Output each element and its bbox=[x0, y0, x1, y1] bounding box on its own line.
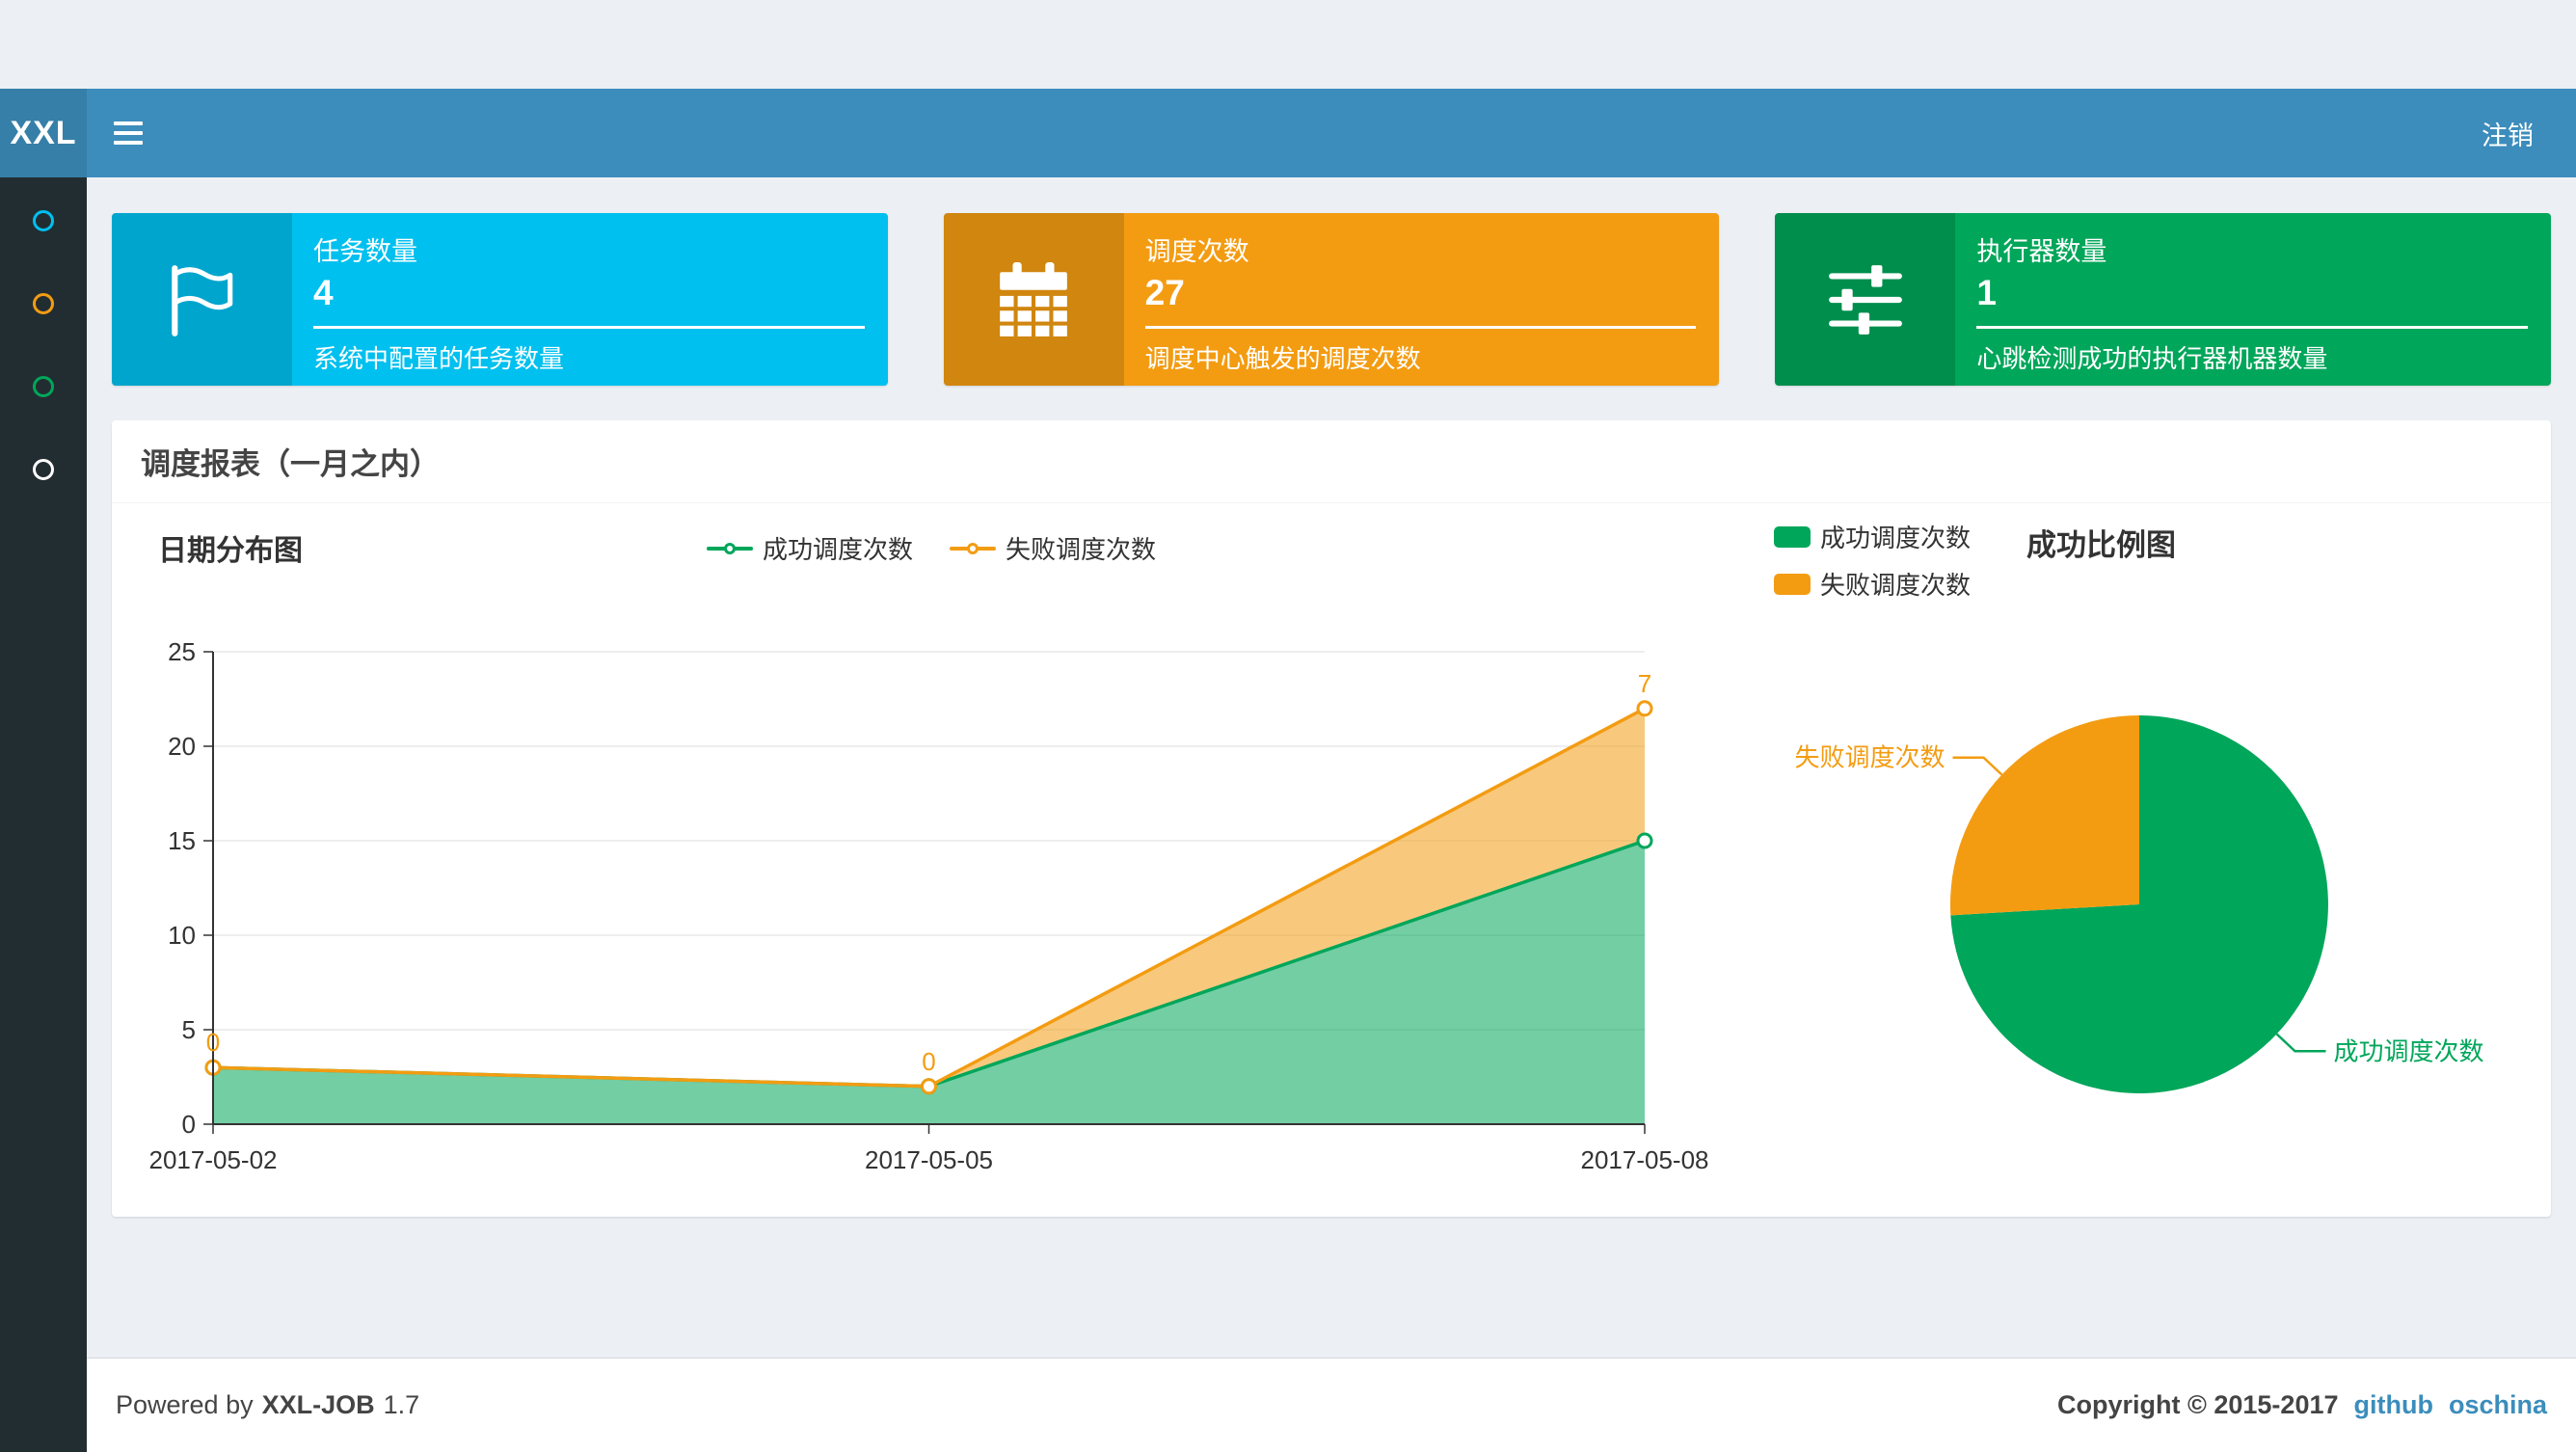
sidebar-menu-icon-4[interactable] bbox=[33, 459, 54, 480]
pie-label-line-1 bbox=[1952, 756, 2003, 776]
pie-label-0: 成功调度次数 bbox=[2334, 1036, 2484, 1065]
svg-text:0: 0 bbox=[922, 1047, 935, 1076]
pie-label-1: 失败调度次数 bbox=[1794, 743, 1945, 772]
success-ratio-chart: 成功调度次数 失败调度次数 成功比例图 成功调度次数 失败调度次数 bbox=[1741, 511, 2541, 1201]
line-legend-item-0[interactable]: 成功调度次数 bbox=[706, 530, 913, 566]
date-distribution-chart: 日期分布图 成功调度次数 失败调度次数 0 5 10 15 20 25 2017-05-02 2… bbox=[121, 511, 1741, 1201]
footer-app-name: XXL-JOB bbox=[261, 1390, 375, 1419]
info-box-title: 任务数量 bbox=[313, 237, 417, 266]
footer-powered-by: Powered by XXL-JOB 1.7 bbox=[116, 1390, 420, 1419]
legend-swatch bbox=[1774, 573, 1811, 595]
svg-text:20: 20 bbox=[168, 732, 196, 761]
info-box-trigger-count: 调度次数 27 调度中心触发的调度次数 bbox=[943, 213, 1720, 386]
svg-text:5: 5 bbox=[182, 1015, 196, 1044]
sidebar-menu-icon-3[interactable] bbox=[33, 376, 54, 397]
svg-text:2017-05-02: 2017-05-02 bbox=[149, 1145, 278, 1174]
svg-text:25: 25 bbox=[168, 637, 196, 666]
info-box-value: 4 bbox=[313, 273, 334, 312]
info-box-title: 调度次数 bbox=[1144, 237, 1249, 266]
top-navbar: XXL 注销 bbox=[0, 89, 2576, 177]
collapsed-sidebar bbox=[0, 177, 87, 1452]
pie-chart-legend: 成功调度次数 失败调度次数 bbox=[1774, 519, 1971, 602]
svg-text:0: 0 bbox=[206, 1028, 220, 1057]
calendar-icon bbox=[943, 213, 1124, 386]
oschina-link[interactable]: oschina bbox=[2449, 1390, 2547, 1420]
info-box-title: 执行器数量 bbox=[1976, 237, 2107, 266]
sidebar-toggle-button[interactable] bbox=[87, 89, 170, 177]
svg-text:10: 10 bbox=[168, 921, 196, 950]
footer: Powered by XXL-JOB 1.7 Copyright © 2015-… bbox=[87, 1358, 2576, 1452]
footer-copyright: Copyright © 2015-2017 github oschina bbox=[2056, 1390, 2547, 1420]
info-box-executor-count: 执行器数量 1 心跳检测成功的执行器机器数量 bbox=[1775, 213, 2551, 386]
pie-legend-item-0[interactable]: 成功调度次数 bbox=[1774, 519, 1971, 554]
flag-icon bbox=[112, 213, 292, 386]
pie-chart-title: 成功比例图 bbox=[2026, 528, 2177, 562]
pie-slice-1 bbox=[1949, 715, 2139, 916]
info-box-job-count: 任务数量 4 系统中配置的任务数量 bbox=[112, 213, 888, 386]
pie-label-line-0 bbox=[2275, 1033, 2326, 1053]
navbar-right: 注销 bbox=[2439, 89, 2576, 177]
content-area: 运行报表 任务调度中心 任务数量 4 系统中配置的任务数量 bbox=[87, 89, 2576, 1269]
info-box-description: 调度中心触发的调度次数 bbox=[1144, 344, 1421, 373]
svg-text:0: 0 bbox=[182, 1110, 196, 1139]
info-box-value: 27 bbox=[1144, 273, 1185, 312]
panel-title: 调度报表（一月之内） bbox=[112, 420, 2551, 503]
info-box-row: 任务数量 4 系统中配置的任务数量 调度次数 27 调度中心触发的调度次数 执行… bbox=[112, 213, 2551, 386]
line-legend-item-1[interactable]: 失败调度次数 bbox=[950, 530, 1156, 566]
info-box-value: 1 bbox=[1976, 273, 1997, 312]
hamburger-icon bbox=[114, 121, 143, 145]
legend-swatch bbox=[1774, 525, 1811, 548]
svg-text:15: 15 bbox=[168, 826, 196, 855]
svg-text:2017-05-08: 2017-05-08 bbox=[1581, 1145, 1709, 1174]
legend-line-marker bbox=[950, 542, 996, 554]
info-box-description: 系统中配置的任务数量 bbox=[313, 344, 565, 373]
info-box-progress bbox=[1976, 326, 2528, 329]
info-box-description: 心跳检测成功的执行器机器数量 bbox=[1976, 344, 2328, 373]
pie-legend-item-1[interactable]: 失败调度次数 bbox=[1774, 566, 1971, 602]
sliders-icon bbox=[1775, 213, 1956, 386]
svg-text:2017-05-05: 2017-05-05 bbox=[865, 1145, 993, 1174]
sidebar-menu-icon-2[interactable] bbox=[33, 293, 54, 314]
github-link[interactable]: github bbox=[2354, 1390, 2433, 1420]
sidebar-menu-icon-1[interactable] bbox=[33, 210, 54, 231]
app-logo[interactable]: XXL bbox=[0, 89, 87, 177]
line-chart-legend: 成功调度次数 失败调度次数 bbox=[121, 530, 1741, 566]
info-box-progress bbox=[1144, 326, 1697, 329]
pie-chart-canvas: 成功调度次数 失败调度次数 bbox=[1794, 715, 2484, 1093]
logout-link[interactable]: 注销 bbox=[2482, 115, 2534, 152]
svg-text:7: 7 bbox=[1638, 669, 1651, 698]
info-box-progress bbox=[313, 326, 865, 329]
legend-line-marker bbox=[706, 542, 753, 554]
line-chart-canvas: 05101520252017-05-02 2017-05-05 2017-05-08… bbox=[149, 637, 1709, 1174]
report-panel: 调度报表（一月之内） 日期分布图 成功调度次数 失败调度次数 0 5 10 15 20 25… bbox=[112, 420, 2551, 1217]
footer-version: 1.7 bbox=[383, 1390, 420, 1419]
